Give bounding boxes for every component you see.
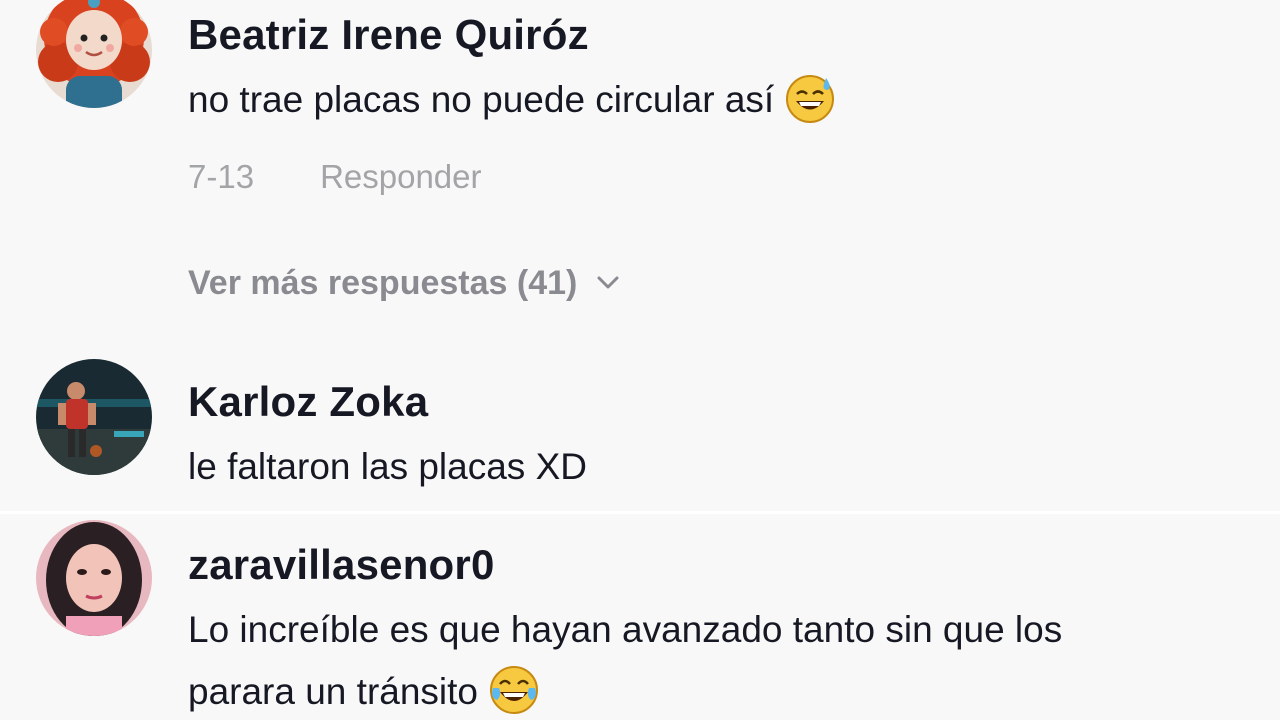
reply-button[interactable]: Responder	[320, 158, 481, 195]
comments-list: Beatriz Irene Quiróz no trae placas no p…	[0, 0, 1280, 720]
comment-text-content: parara un tránsito	[188, 671, 479, 712]
comment-meta: 7-13 Responder	[188, 158, 482, 196]
view-more-replies-label: Ver más respuestas (41)	[188, 264, 578, 302]
sweat-smile-emoji-icon	[786, 75, 835, 124]
chevron-down-icon	[597, 276, 619, 289]
view-more-replies-button[interactable]: Ver más respuestas (41)	[188, 264, 621, 303]
comment-date: 7-13	[188, 158, 255, 195]
comment-text-content: no trae placas no puede circular así	[188, 79, 775, 120]
divider	[0, 511, 1280, 514]
comment-username[interactable]: Karloz Zoka	[188, 381, 428, 423]
comment-text-line: parara un tránsito	[188, 662, 540, 720]
comment-username[interactable]: Beatriz Irene Quiróz	[188, 14, 589, 56]
tears-of-joy-emoji-icon	[490, 666, 539, 715]
comment-text: no trae placas no puede circular así	[188, 70, 836, 130]
avatar[interactable]	[36, 0, 152, 108]
avatar[interactable]	[36, 520, 152, 636]
comment-username[interactable]: zaravillasenor0	[188, 544, 495, 586]
comment-text: le faltaron las placas XD	[188, 446, 587, 487]
comment-text-line: Lo increíble es que hayan avanzado tanto…	[188, 609, 1063, 650]
avatar[interactable]	[36, 359, 152, 475]
